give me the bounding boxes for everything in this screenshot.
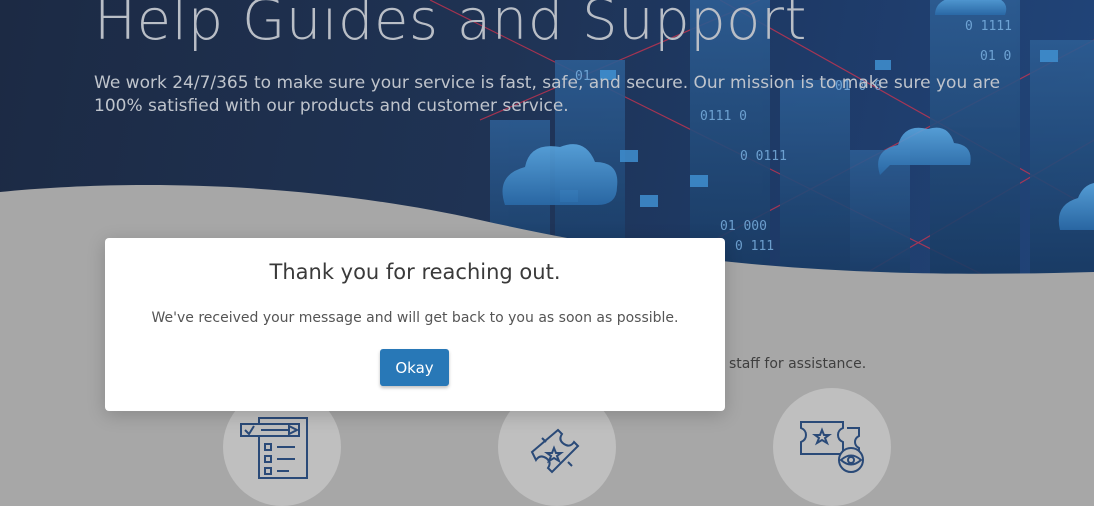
confirmation-dialog: Thank you for reaching out. We've receiv… xyxy=(105,238,725,411)
dialog-message: We've received your message and will get… xyxy=(151,310,679,326)
dialog-title: Thank you for reaching out. xyxy=(269,260,561,284)
okay-button[interactable]: Okay xyxy=(380,349,449,386)
